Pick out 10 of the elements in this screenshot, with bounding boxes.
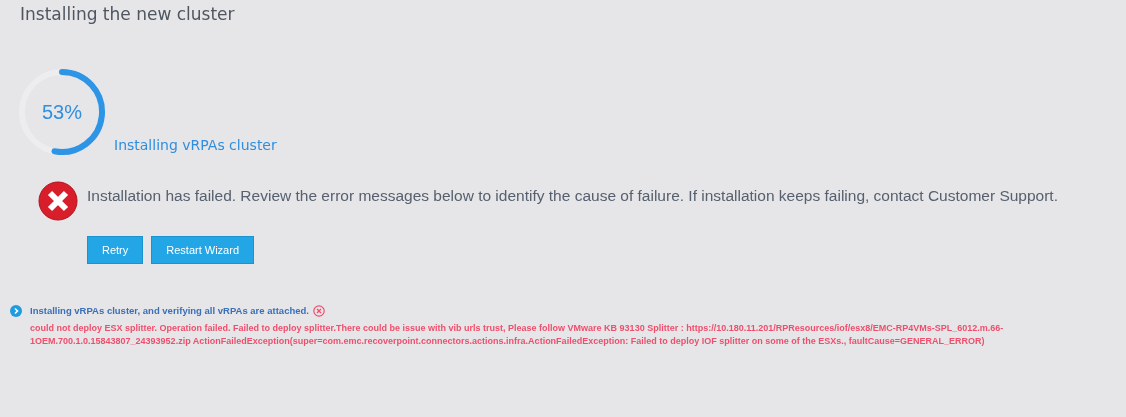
page-title: Installing the new cluster xyxy=(20,3,236,26)
retry-button[interactable]: Retry xyxy=(87,235,144,264)
step-label: Installing vRPAs cluster, and verifying all vRPAs are attached. xyxy=(30,304,309,318)
expand-icon[interactable] xyxy=(10,305,22,317)
error-details: could not deploy ESX splitter. Operation failed. Failed to deploy splitter.There could be issue with vib urls trust, Please follow VMware KB 93130 Splitter : https://10.180.11.201/RPResources/iof/esx8/EMC-RP4VMs-SPL_6012.m.66-1OEM.700.1.0.15843807_24393952.zip ActionFailedException(super=com.emc.recoverpoint.connectors.actions.infra.ActionFailedException: Failed to deploy IOF splitter on some of the ESXs., faultCause=GENERAL_ERROR) xyxy=(30,322,1005,348)
progress-caption: Installing vRPAs cluster xyxy=(114,135,277,155)
error-icon xyxy=(37,179,79,222)
error-message: Installation has failed. Review the error messages below to identify the cause of failure. If installation keeps failing, contact Customer Support. xyxy=(87,185,1058,206)
progress-percent: 53% xyxy=(42,101,82,122)
restart-button[interactable]: Restart Wizard xyxy=(151,235,255,264)
